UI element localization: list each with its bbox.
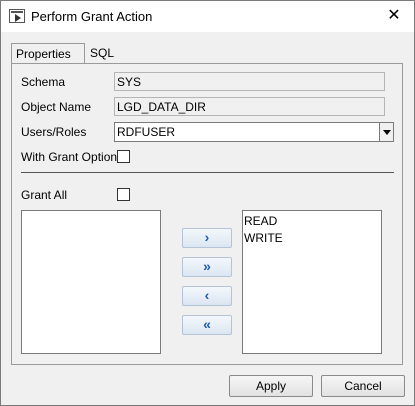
remove-all-button[interactable]: « [182, 315, 232, 335]
properties-panel: Schema SYS Object Name LGD_DATA_DIR User… [11, 63, 403, 365]
grant-all-checkbox[interactable] [117, 188, 130, 201]
window-title: Perform Grant Action [31, 9, 153, 24]
app-window-icon [9, 9, 25, 23]
object-name-label: Object Name [21, 100, 92, 114]
users-roles-value: RDFUSER [117, 125, 176, 139]
selected-privileges-list[interactable]: READ WRITE [242, 210, 382, 354]
perform-grant-dialog: Perform Grant Action ✕ Properties SQL Sc… [0, 0, 415, 406]
add-selected-button[interactable]: › [182, 228, 232, 248]
chevron-down-icon[interactable] [379, 123, 393, 141]
cancel-button[interactable]: Cancel [321, 375, 405, 397]
title-bar: Perform Grant Action ✕ [1, 1, 414, 32]
with-grant-option-checkbox[interactable] [117, 150, 130, 163]
tab-sql[interactable]: SQL [90, 46, 114, 60]
double-chevron-right-icon: » [203, 258, 211, 274]
apply-button[interactable]: Apply [229, 375, 313, 397]
list-item[interactable]: WRITE [244, 230, 381, 247]
tab-properties[interactable]: Properties [11, 43, 85, 65]
close-button[interactable]: ✕ [382, 5, 406, 27]
remove-selected-button[interactable]: ‹ [182, 286, 232, 306]
object-name-field: LGD_DATA_DIR [114, 97, 385, 116]
available-privileges-list[interactable] [21, 210, 161, 354]
add-all-button[interactable]: » [182, 257, 232, 277]
list-item[interactable]: READ [244, 213, 381, 230]
schema-field: SYS [114, 72, 385, 91]
separator [21, 172, 394, 173]
double-chevron-left-icon: « [203, 316, 211, 332]
with-grant-option-label: With Grant Option [21, 150, 118, 164]
close-icon: ✕ [387, 7, 401, 24]
chevron-left-icon: ‹ [204, 287, 210, 303]
users-roles-label: Users/Roles [21, 125, 87, 139]
schema-label: Schema [21, 75, 66, 89]
chevron-right-icon: › [204, 229, 210, 245]
users-roles-combobox[interactable]: RDFUSER [114, 122, 394, 142]
grant-all-label: Grant All [21, 188, 68, 202]
